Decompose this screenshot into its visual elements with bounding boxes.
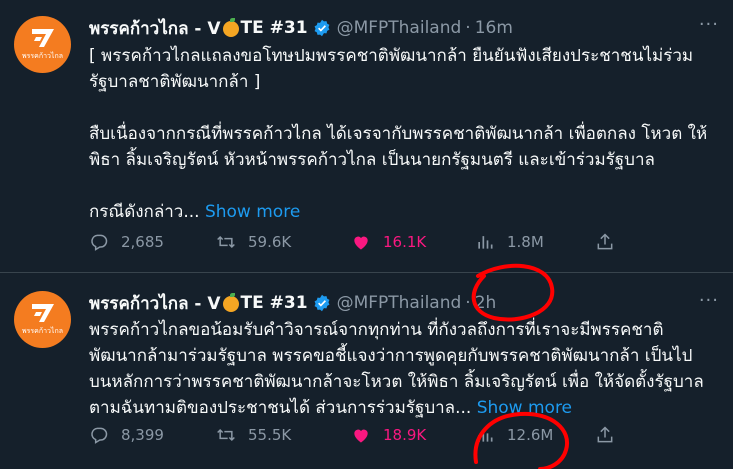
show-more-link[interactable]: Show more [477, 398, 572, 418]
separator-dot: · [465, 293, 471, 313]
avatar[interactable]: พรรคก้าวไกล [14, 16, 71, 73]
tweet-text-line: พรรคก้าวไกลขอน้อมรับคำวิจารณ์จากทุกท่าน … [89, 320, 664, 340]
tweet-text-line: พิธา ลิ้มเจริญรัตน์ หัวหน้าพรรคก้าวไกล เ… [89, 150, 655, 170]
tweet-header: พรรคก้าวไกล - V TE #31 @MFPThailand · 2h [89, 290, 713, 316]
heart-icon [354, 236, 368, 250]
like-count: 18.9K [383, 426, 427, 444]
timestamp[interactable]: 2h [475, 293, 497, 313]
share-icon [597, 426, 613, 443]
tweet[interactable]: พรรคก้าวไกล พรรคก้าวไกล - V TE #31 @MFPTh… [0, 273, 733, 469]
tweet-text-line: บนหลักการว่าพรรคชาติพัฒนากล้าจะโหวต ให้พ… [89, 372, 704, 392]
reply-count: 8,399 [121, 426, 164, 444]
reply-icon [91, 427, 108, 444]
orange-emoji-icon [222, 293, 239, 312]
party-logo-icon [31, 29, 54, 47]
action-bar: 8,399 55.5K 18.9K 12.6M [89, 425, 733, 451]
views-count: 12.6M [507, 426, 554, 444]
share-icon [597, 233, 613, 250]
tweet[interactable]: พรรคก้าวไกล พรรคก้าวไกล - V TE #31 @MFPTh… [0, 0, 733, 273]
views-button[interactable]: 1.8M [475, 232, 544, 252]
tweet-header: พรรคก้าวไกล - V TE #31 @MFPThailand · 16m [89, 15, 713, 41]
retweet-icon [217, 235, 235, 249]
tweet-text-line: พัฒนากล้ามาร่วมรัฐบาล พรรคขอชี้แจงว่าการ… [89, 346, 693, 366]
heart-icon [354, 429, 368, 443]
reply-icon [91, 234, 108, 251]
tweet-text-line: รัฐบาลชาติพัฒนากล้า ] [89, 72, 261, 92]
more-icon[interactable]: ··· [699, 14, 719, 35]
retweet-count: 59.6K [248, 233, 292, 251]
action-bar: 2,685 59.6K 16.1K 1.8M [89, 232, 733, 258]
verified-badge-icon [314, 294, 330, 312]
views-count: 1.8M [507, 233, 544, 251]
reply-count: 2,685 [121, 233, 164, 251]
tweet-text-line: [ พรรคก้าวไกลแถลงขอโทษปมพรรคชาติพัฒนากล้… [89, 46, 694, 66]
avatar-logo-text: พรรคก้าวไกล [22, 327, 63, 335]
like-button[interactable]: 18.9K [351, 425, 426, 445]
tweet-text: พรรคก้าวไกลขอน้อมรับคำวิจารณ์จากทุกท่าน … [89, 317, 719, 421]
reply-button[interactable]: 2,685 [89, 232, 164, 252]
retweet-button[interactable]: 59.6K [216, 232, 291, 252]
tweet-text-line: ตามฉันทามติของประชาชนได้ ส่วนการร่วมรัฐบ… [89, 398, 472, 418]
retweet-icon [217, 428, 235, 442]
more-icon[interactable]: ··· [699, 290, 719, 311]
share-button[interactable] [595, 232, 627, 252]
display-name[interactable]: พรรคก้าวไกล - V [89, 15, 221, 42]
like-count: 16.1K [383, 233, 427, 251]
avatar-logo-text: พรรคก้าวไกล [22, 52, 63, 60]
retweet-button[interactable]: 55.5K [216, 425, 291, 445]
display-name[interactable]: พรรคก้าวไกล - V [89, 290, 221, 317]
verified-badge-icon [314, 19, 330, 37]
timestamp[interactable]: 16m [475, 18, 513, 38]
share-button[interactable] [595, 425, 627, 445]
show-more-link[interactable]: Show more [205, 202, 300, 222]
party-logo-icon [31, 304, 54, 322]
tweet-text-line: สืบเนื่องจากกรณีที่พรรคก้าวไกล ได้เจรจาก… [89, 124, 708, 144]
like-button[interactable]: 16.1K [351, 232, 426, 252]
views-button[interactable]: 12.6M [475, 425, 553, 445]
handle[interactable]: @MFPThailand [337, 293, 462, 313]
display-name-suffix[interactable]: TE #31 [241, 18, 308, 38]
tweet-text: [ พรรคก้าวไกลแถลงขอโทษปมพรรคชาติพัฒนากล้… [89, 43, 719, 225]
retweet-count: 55.5K [248, 426, 292, 444]
display-name-suffix[interactable]: TE #31 [241, 293, 308, 313]
reply-button[interactable]: 8,399 [89, 425, 164, 445]
handle[interactable]: @MFPThailand [337, 18, 462, 38]
views-icon [478, 429, 493, 442]
avatar[interactable]: พรรคก้าวไกล [14, 291, 71, 348]
views-icon [478, 236, 493, 249]
tweet-text-line: กรณีดังกล่าว... [89, 202, 200, 222]
separator-dot: · [465, 18, 471, 38]
orange-emoji-icon [222, 18, 239, 37]
